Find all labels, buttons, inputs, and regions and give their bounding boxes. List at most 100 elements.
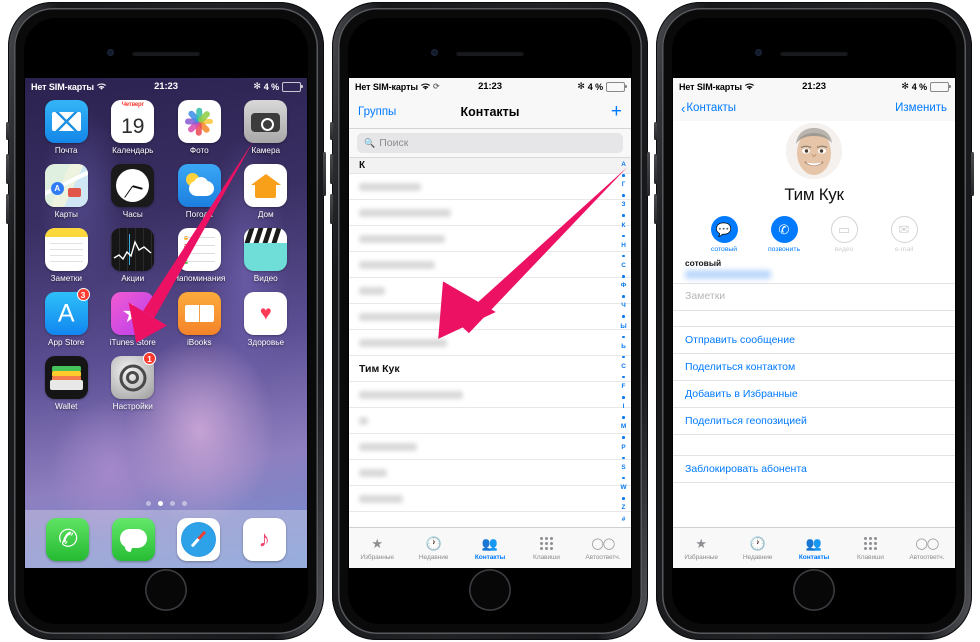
mute-switch[interactable] bbox=[6, 122, 9, 140]
app-icon-weather[interactable]: Погода bbox=[166, 164, 233, 219]
mute-switch[interactable] bbox=[330, 122, 333, 140]
status-right: ✻ 4 % bbox=[253, 81, 303, 92]
app-icon-notes[interactable]: Заметки bbox=[33, 228, 100, 283]
tab-contacts[interactable]: 👥 Контакты bbox=[786, 536, 842, 561]
list-item[interactable] bbox=[349, 408, 631, 434]
app-icon-photos[interactable]: Фото bbox=[166, 100, 233, 155]
app-icon-mail[interactable]: Почта bbox=[33, 100, 100, 155]
app-icon-settings[interactable]: 1 Настройки bbox=[100, 352, 167, 411]
plus-icon[interactable]: + bbox=[611, 102, 622, 121]
tab-keypad[interactable]: Клавиши bbox=[518, 536, 574, 561]
list-item[interactable] bbox=[349, 226, 631, 252]
page-dot[interactable] bbox=[169, 501, 175, 506]
home-button[interactable] bbox=[145, 569, 187, 611]
calendar-weekday: Четверг bbox=[111, 100, 155, 110]
tab-favorites[interactable]: ★ Избранные bbox=[673, 536, 729, 561]
edit-button[interactable]: Изменить bbox=[895, 102, 947, 114]
tab-bar: ★ Избранные 🕐 Недавние 👥 Контакты Клавиш… bbox=[349, 527, 631, 568]
home-button[interactable] bbox=[793, 569, 835, 611]
earpiece-speaker bbox=[132, 51, 200, 56]
app-icon-camera[interactable]: Камера bbox=[233, 100, 300, 155]
app-label: Настройки bbox=[112, 402, 153, 411]
alphabet-index[interactable]: AГЗКНС ФЧЫЬCF I M P S W Z # bbox=[618, 161, 629, 524]
volume-down-button[interactable] bbox=[330, 194, 333, 224]
app-icon-health[interactable]: ♥ Здоровье bbox=[233, 292, 300, 347]
power-button[interactable] bbox=[323, 152, 326, 196]
app-label: Почта bbox=[54, 146, 78, 155]
avatar[interactable] bbox=[786, 123, 842, 179]
app-icon-reminders[interactable]: Напоминания bbox=[166, 228, 233, 283]
volume-up-button[interactable] bbox=[330, 154, 333, 184]
page-dot-active[interactable] bbox=[157, 501, 163, 506]
contacts-icon: 👥 bbox=[481, 535, 499, 551]
list-item[interactable] bbox=[349, 200, 631, 226]
list-item[interactable] bbox=[349, 434, 631, 460]
notes-field[interactable]: Заметки bbox=[673, 284, 955, 311]
block-caller-row[interactable]: Заблокировать абонента bbox=[673, 455, 955, 483]
list-item[interactable] bbox=[349, 486, 631, 512]
phone-handset-icon: ✆ bbox=[770, 216, 798, 243]
status-bar: Нет SIM-карты ⟳ 21:23 ✻ 4 % bbox=[349, 78, 631, 95]
app-icon-maps[interactable]: A Карты bbox=[33, 164, 100, 219]
app-icon-clock[interactable]: Часы bbox=[100, 164, 167, 219]
detail-navbar: ‹ Контакты Изменить bbox=[673, 95, 955, 121]
action-call[interactable]: ✆ позвонить bbox=[764, 216, 804, 253]
app-icon-ibooks[interactable]: iBooks bbox=[166, 292, 233, 347]
app-icon-appstore[interactable]: 3 A App Store bbox=[33, 288, 100, 347]
list-item[interactable] bbox=[349, 330, 631, 356]
tab-bar: ★ Избранные 🕐 Недавние 👥 Контакты Клавиш… bbox=[673, 527, 955, 568]
tab-voicemail[interactable]: ◯◯ Автоответч. bbox=[899, 536, 955, 561]
contacts-list[interactable]: К Тим Кук AГЗКНС ФЧЫЬ C F I M P S W Z # bbox=[349, 158, 631, 528]
status-right: ✻ 4 % bbox=[901, 81, 951, 92]
action-label: e-mail bbox=[894, 246, 914, 253]
tab-favorites[interactable]: ★ Избранные bbox=[349, 536, 405, 561]
volume-down-button[interactable] bbox=[654, 194, 657, 224]
tab-voicemail[interactable]: ◯◯ Автоответч. bbox=[575, 536, 631, 561]
share-contact-row[interactable]: Поделиться контактом bbox=[673, 354, 955, 381]
section-spacer bbox=[673, 311, 955, 327]
list-item-tim-cook[interactable]: Тим Кук bbox=[349, 356, 631, 382]
list-item[interactable] bbox=[349, 382, 631, 408]
back-to-contacts-button[interactable]: ‹ Контакты bbox=[681, 102, 736, 115]
app-icon-home[interactable]: Дом bbox=[233, 164, 300, 219]
search-placeholder: Поиск bbox=[379, 137, 409, 149]
dock-music-icon[interactable]: ♪ bbox=[242, 517, 286, 561]
app-icon-itunes[interactable]: ★ iTunes Store bbox=[100, 292, 167, 347]
list-item[interactable] bbox=[349, 174, 631, 200]
list-item[interactable] bbox=[349, 278, 631, 304]
list-item[interactable] bbox=[349, 304, 631, 330]
list-item[interactable] bbox=[349, 252, 631, 278]
app-icon-videos[interactable]: Видео bbox=[233, 228, 300, 283]
dock-phone-icon[interactable]: ✆ bbox=[46, 517, 90, 561]
search-input[interactable]: 🔍 Поиск bbox=[357, 133, 623, 153]
tab-contacts[interactable]: 👥 Контакты bbox=[462, 536, 518, 561]
power-button[interactable] bbox=[971, 152, 974, 196]
dock-messages-icon[interactable] bbox=[111, 517, 155, 561]
home-button[interactable] bbox=[469, 569, 511, 611]
share-location-row[interactable]: Поделиться геопозицией bbox=[673, 408, 955, 435]
add-to-favorites-row[interactable]: Добавить в Избранные bbox=[673, 381, 955, 408]
app-grid: Почта Четверг 19 Календарь Фото Камера A… bbox=[25, 100, 307, 411]
app-icon-stocks[interactable]: Акции bbox=[100, 228, 167, 283]
app-icon-calendar[interactable]: Четверг 19 Календарь bbox=[100, 100, 167, 155]
tab-keypad[interactable]: Клавиши bbox=[842, 536, 898, 561]
tab-recents[interactable]: 🕐 Недавние bbox=[729, 536, 785, 561]
action-message[interactable]: 💬 сотовый bbox=[704, 216, 744, 253]
phone-field[interactable]: сотовый bbox=[673, 253, 955, 284]
page-dot[interactable] bbox=[181, 501, 187, 506]
power-button[interactable] bbox=[647, 152, 650, 196]
mute-switch[interactable] bbox=[654, 122, 657, 140]
stocks-icon bbox=[111, 228, 155, 271]
page-dot[interactable] bbox=[145, 501, 151, 506]
dock-safari-icon[interactable] bbox=[177, 517, 221, 561]
tab-recents[interactable]: 🕐 Недавние bbox=[405, 536, 461, 561]
volume-down-button[interactable] bbox=[6, 194, 9, 224]
volume-up-button[interactable] bbox=[654, 154, 657, 184]
phone-field-label: сотовый bbox=[685, 258, 722, 268]
send-message-row[interactable]: Отправить сообщение bbox=[673, 327, 955, 354]
voicemail-icon: ◯◯ bbox=[591, 538, 616, 550]
list-item[interactable] bbox=[349, 460, 631, 486]
volume-up-button[interactable] bbox=[6, 154, 9, 184]
action-email: ✉ e-mail bbox=[884, 216, 924, 253]
app-icon-wallet[interactable]: Wallet bbox=[33, 356, 100, 411]
